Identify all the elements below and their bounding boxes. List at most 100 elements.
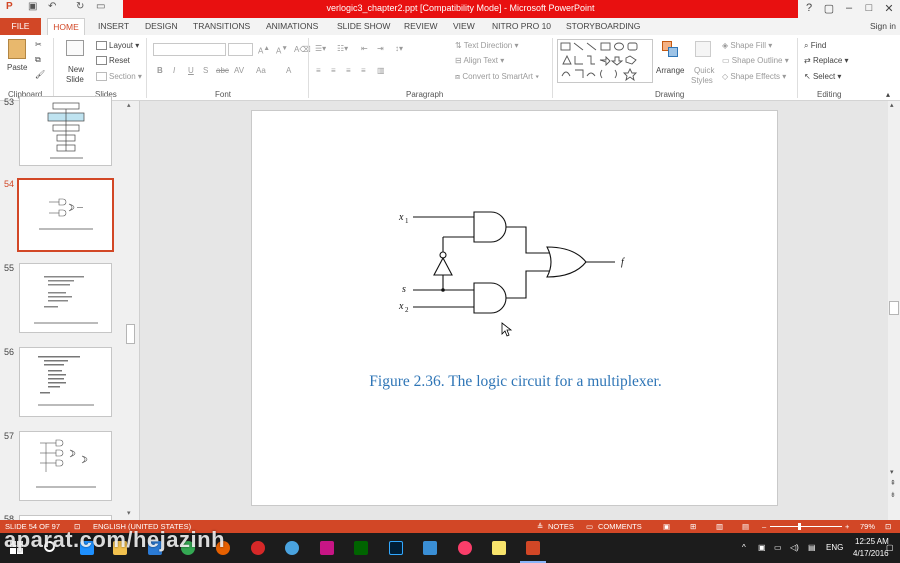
tray-chevron-icon[interactable]: ^ — [742, 543, 746, 552]
zoom-out-icon[interactable]: – — [762, 522, 766, 531]
save-icon[interactable]: ▣ — [28, 1, 37, 12]
action-center-icon[interactable]: ▢ — [886, 543, 894, 552]
increase-indent-icon[interactable]: ⇥ — [377, 44, 384, 53]
shape-fill-button[interactable]: Shape Fill — [730, 41, 766, 50]
start-from-beginning-icon[interactable]: ▭ — [96, 1, 105, 12]
change-case-button[interactable]: Aa — [256, 66, 266, 75]
arrange-icon[interactable] — [662, 41, 678, 57]
tab-design[interactable]: DESIGN — [145, 21, 178, 31]
slide-thumbnail-54[interactable] — [17, 178, 114, 252]
find-button[interactable]: Find — [811, 41, 827, 50]
slide-thumbnail-55[interactable] — [19, 263, 112, 333]
slide-scroll-thumb[interactable] — [889, 301, 899, 315]
slide-thumbnail-57[interactable] — [19, 431, 112, 501]
font-name-dropdown[interactable] — [153, 43, 226, 56]
fit-slide-icon[interactable]: ⊡ — [885, 522, 891, 531]
help-icon[interactable]: ? — [802, 2, 816, 14]
sign-in-link[interactable]: Sign in — [870, 21, 896, 31]
paste-button[interactable]: Paste — [7, 63, 27, 72]
tab-file[interactable]: FILE — [0, 18, 41, 35]
underline-button[interactable]: U — [188, 66, 194, 75]
photoshop-icon[interactable] — [389, 541, 403, 555]
scroll-down-icon[interactable]: ▾ — [127, 509, 131, 517]
shape-effects-button[interactable]: Shape Effects — [730, 72, 780, 81]
comments-button[interactable]: COMMENTS — [598, 522, 642, 531]
bold-button[interactable]: B — [157, 66, 163, 75]
scroll-down-icon[interactable]: ▾ — [890, 468, 894, 476]
slide-sorter-icon[interactable]: ⊞ — [690, 522, 696, 531]
reading-view-icon[interactable]: ▥ — [716, 522, 723, 531]
arrange-button[interactable]: Arrange — [656, 66, 684, 75]
italic-button[interactable]: I — [173, 66, 175, 75]
app-icon[interactable] — [320, 541, 334, 555]
quick-styles-button-line2[interactable]: Styles — [691, 76, 713, 85]
tab-view[interactable]: VIEW — [453, 21, 475, 31]
slide-thumbnail-pane[interactable]: 53 54 55 56 57 58 ▴ ▾ — [0, 96, 140, 563]
sticky-notes-icon[interactable] — [492, 541, 506, 555]
network-icon[interactable]: ▣ — [758, 543, 766, 552]
select-button[interactable]: Select — [813, 72, 835, 81]
tab-home[interactable]: HOME — [47, 18, 85, 35]
strikethrough-button[interactable]: abc — [216, 66, 229, 75]
maximize-icon[interactable]: □ — [862, 2, 876, 14]
tab-animations[interactable]: ANIMATIONS — [266, 21, 318, 31]
clock-date[interactable]: 4/17/2016 — [853, 549, 889, 558]
layout-button[interactable]: Layout — [109, 41, 133, 50]
zoom-slider-thumb[interactable] — [798, 523, 801, 530]
new-slide-button-line2[interactable]: Slide — [66, 75, 84, 84]
battery-icon[interactable]: ▭ — [774, 543, 782, 552]
align-right-icon[interactable]: ≡ — [346, 66, 351, 75]
shape-outline-button[interactable]: Shape Outline — [732, 56, 783, 65]
columns-icon[interactable]: ▥ — [377, 66, 385, 75]
zoom-in-icon[interactable]: + — [845, 522, 849, 531]
input-language[interactable]: ENG — [826, 543, 843, 552]
notification-icon[interactable]: ▤ — [808, 543, 816, 552]
next-slide-icon[interactable]: ⇟ — [890, 491, 896, 499]
scroll-up-icon[interactable]: ▴ — [127, 101, 131, 109]
line-spacing-icon[interactable]: ↕▾ — [395, 44, 403, 53]
justify-icon[interactable]: ≡ — [361, 66, 366, 75]
align-left-icon[interactable]: ≡ — [316, 66, 321, 75]
collapse-ribbon-icon[interactable]: ▴ — [886, 90, 890, 99]
new-slide-icon[interactable] — [66, 40, 84, 56]
format-painter-icon[interactable]: 🖌 — [35, 70, 45, 79]
app-icon[interactable] — [285, 541, 299, 555]
quick-styles-icon[interactable] — [695, 41, 711, 57]
convert-smartart-button[interactable]: Convert to SmartArt — [462, 72, 533, 81]
slide-show-icon[interactable]: ▤ — [742, 522, 749, 531]
shapes-gallery[interactable] — [557, 39, 653, 83]
redo-icon[interactable]: ↻ — [76, 1, 84, 12]
close-icon[interactable]: ✕ — [882, 2, 896, 15]
text-direction-button[interactable]: Text Direction — [464, 41, 512, 50]
tab-review[interactable]: REVIEW — [404, 21, 438, 31]
tab-insert[interactable]: INSERT — [98, 21, 129, 31]
decrease-indent-icon[interactable]: ⇤ — [361, 44, 368, 53]
font-color-button[interactable]: A — [286, 66, 291, 75]
tab-storyboarding[interactable]: STORYBOARDING — [566, 21, 640, 31]
paste-icon[interactable] — [8, 39, 26, 59]
cut-icon[interactable]: ✂ — [35, 40, 42, 49]
tab-slideshow[interactable]: SLIDE SHOW — [337, 21, 390, 31]
align-text-button[interactable]: Align Text — [463, 56, 498, 65]
opera-icon[interactable] — [251, 541, 265, 555]
grow-font-icon[interactable]: A▲ — [258, 45, 270, 56]
scroll-up-icon[interactable]: ▴ — [890, 101, 894, 109]
ribbon-display-icon[interactable]: ▢ — [822, 2, 836, 15]
bullets-icon[interactable]: ☰▾ — [315, 44, 326, 53]
normal-view-icon[interactable]: ▣ — [663, 522, 670, 531]
reset-button[interactable]: Reset — [109, 56, 130, 65]
thumbnail-scrollbar[interactable]: ▴ ▾ — [126, 101, 136, 520]
section-button[interactable]: Section — [109, 72, 136, 81]
clock-time[interactable]: 12:25 AM — [855, 537, 889, 546]
replace-button[interactable]: Replace — [813, 56, 842, 65]
app-icon[interactable] — [423, 541, 437, 555]
previous-slide-icon[interactable]: ⇞ — [890, 479, 896, 487]
zoom-level[interactable]: 79% — [860, 522, 875, 531]
shrink-font-icon[interactable]: A▼ — [276, 45, 288, 56]
slide-canvas[interactable]: x 1 s x 2 f Figure 2.36. The logic circu… — [251, 110, 778, 506]
char-spacing-button[interactable]: AV — [234, 66, 244, 75]
thumbnail-scroll-thumb[interactable] — [126, 324, 135, 344]
quick-styles-button[interactable]: Quick — [694, 66, 714, 75]
tab-nitro[interactable]: NITRO PRO 10 — [492, 21, 551, 31]
slide-scrollbar[interactable]: ▴ ▾ ⇞ ⇟ — [888, 101, 900, 520]
